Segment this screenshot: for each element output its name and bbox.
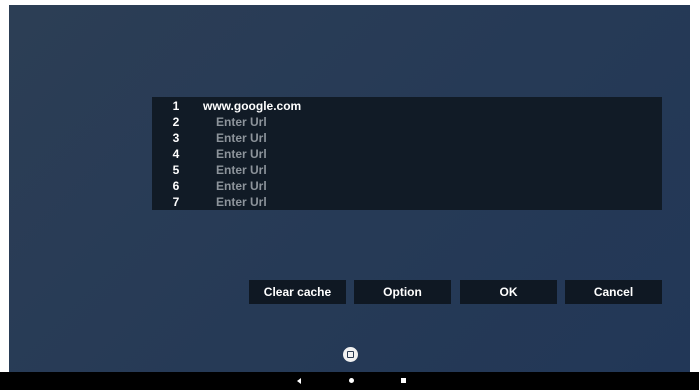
square-in-circle-icon[interactable]	[343, 347, 358, 362]
url-row-number: 3	[172, 131, 180, 145]
url-row-placeholder[interactable]: Enter Url	[216, 162, 267, 178]
url-list-panel: 1 www.google.com 2 Enter Url 3 Enter Url…	[152, 97, 662, 210]
back-triangle-icon[interactable]	[297, 378, 301, 384]
url-row-placeholder[interactable]: Enter Url	[216, 114, 267, 130]
url-row-7[interactable]: 7 Enter Url	[152, 194, 662, 210]
url-row-1[interactable]: 1 www.google.com	[152, 98, 662, 114]
url-row-number: 4	[172, 147, 180, 161]
url-row-number: 6	[172, 179, 180, 193]
url-row-number: 2	[172, 115, 180, 129]
url-row-placeholder[interactable]: Enter Url	[216, 194, 267, 210]
option-button[interactable]: Option	[354, 280, 451, 304]
url-row-number: 5	[172, 163, 180, 177]
square-glyph	[347, 351, 354, 358]
url-row-placeholder[interactable]: Enter Url	[216, 146, 267, 162]
cancel-button[interactable]: Cancel	[565, 280, 662, 304]
url-row-6[interactable]: 6 Enter Url	[152, 178, 662, 194]
url-row-number: 7	[172, 195, 180, 209]
url-row-value[interactable]: www.google.com	[203, 98, 301, 114]
url-row-placeholder[interactable]: Enter Url	[216, 178, 267, 194]
ok-button[interactable]: OK	[460, 280, 557, 304]
url-row-4[interactable]: 4 Enter Url	[152, 146, 662, 162]
url-row-3[interactable]: 3 Enter Url	[152, 130, 662, 146]
url-row-5[interactable]: 5 Enter Url	[152, 162, 662, 178]
recents-square-icon[interactable]	[401, 378, 406, 383]
system-navigation-bar	[0, 372, 699, 390]
url-row-placeholder[interactable]: Enter Url	[216, 130, 267, 146]
screen: 1 www.google.com 2 Enter Url 3 Enter Url…	[0, 0, 699, 390]
home-dot-icon[interactable]	[349, 378, 354, 383]
url-row-number: 1	[172, 99, 180, 113]
clear-cache-button[interactable]: Clear cache	[249, 280, 346, 304]
url-row-2[interactable]: 2 Enter Url	[152, 114, 662, 130]
